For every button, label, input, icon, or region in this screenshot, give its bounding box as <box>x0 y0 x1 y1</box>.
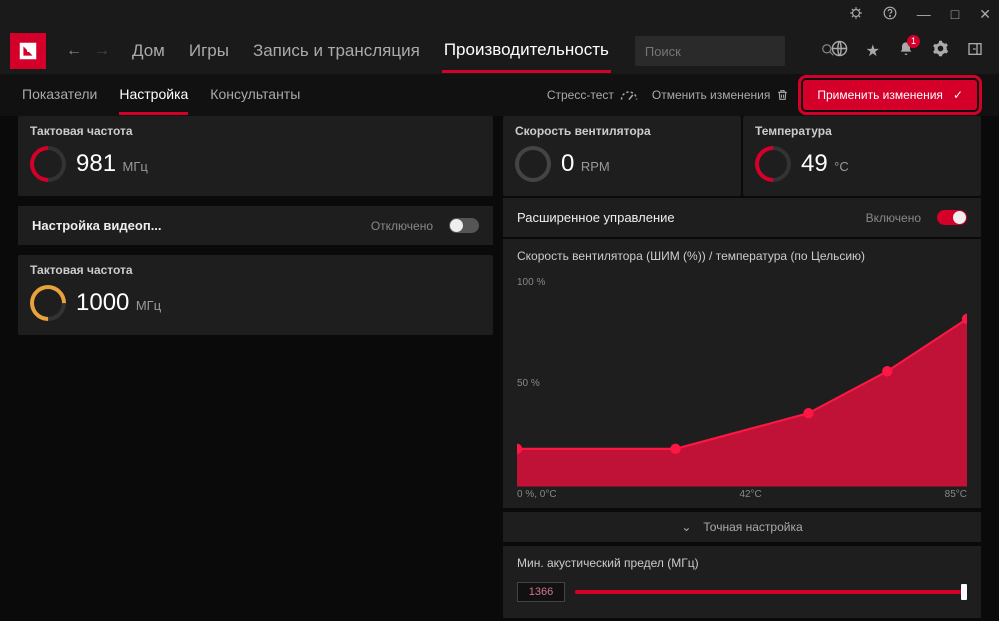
acoustic-slider[interactable] <box>575 590 967 594</box>
help-icon[interactable] <box>883 6 897 23</box>
bell-icon[interactable]: 1 <box>898 41 914 62</box>
trash-icon <box>776 88 789 102</box>
temp-label: Температура <box>743 116 981 142</box>
top-nav: ← → Дом Игры Запись и трансляция Произво… <box>0 28 999 74</box>
sub-nav: Показатели Настройка Консультанты Стресс… <box>0 74 999 116</box>
fine-tune-button[interactable]: ⌄ Точная настройка <box>503 512 981 542</box>
clock-card-1: Тактовая частота 981 МГц <box>18 116 493 196</box>
nav-back-icon[interactable]: ← <box>66 42 82 60</box>
advanced-row: Расширенное управление Включено <box>503 198 981 237</box>
clock1-label: Тактовая частота <box>18 116 493 142</box>
nav-forward-icon[interactable]: → <box>94 42 110 60</box>
content: Тактовая частота 981 МГц Настройка видео… <box>0 116 999 621</box>
discard-label: Отменить изменения <box>652 88 770 102</box>
clock2-value: 1000 <box>76 289 129 316</box>
fan-card: Скорость вентилятора 0 RPM <box>503 116 741 196</box>
clock-card-2: Тактовая частота 1000 МГц <box>18 255 493 335</box>
clock2-label: Тактовая частота <box>18 255 493 281</box>
check-icon: ✓ <box>953 88 963 102</box>
y-50: 50 % <box>517 378 540 389</box>
fan-curve-chart[interactable] <box>517 277 967 487</box>
x-2: 85°C <box>945 489 967 500</box>
video-tuning-state: Отключено <box>371 219 433 233</box>
left-column: Тактовая частота 981 МГц Настройка видео… <box>18 116 493 611</box>
fan-gauge <box>515 146 551 182</box>
discard-button[interactable]: Отменить изменения <box>652 88 789 102</box>
close-icon[interactable]: ✕ <box>979 6 991 23</box>
tab-streaming[interactable]: Запись и трансляция <box>251 31 422 71</box>
star-icon[interactable]: ★ <box>866 41 880 61</box>
clock2-gauge <box>23 278 74 329</box>
subtab-advisors[interactable]: Консультанты <box>210 76 300 115</box>
video-tuning-row: Настройка видеоп... Отключено <box>18 206 493 245</box>
fan-label: Скорость вентилятора <box>503 116 741 142</box>
acoustic-label: Мин. акустический предел (МГц) <box>517 556 967 570</box>
gauge-icon <box>620 89 638 101</box>
chart-area[interactable]: 100 % 50 % <box>517 277 967 487</box>
clock2-unit: МГц <box>136 298 161 313</box>
apply-label: Применить изменения <box>817 88 943 102</box>
temp-value: 49 <box>801 150 828 177</box>
maximize-icon[interactable]: □ <box>951 6 959 22</box>
apply-button[interactable]: Применить изменения ✓ <box>803 80 977 110</box>
fan-unit: RPM <box>581 159 610 174</box>
x-1: 42°C <box>739 489 761 500</box>
fan-value: 0 <box>561 150 574 177</box>
titlebar: — □ ✕ <box>0 0 999 28</box>
video-tuning-label: Настройка видеоп... <box>32 218 371 233</box>
tab-home[interactable]: Дом <box>130 31 167 71</box>
stress-test-label: Стресс-тест <box>547 88 614 102</box>
clock1-gauge <box>23 139 74 190</box>
acoustic-card: Мин. акустический предел (МГц) 1366 <box>503 546 981 618</box>
slider-knob[interactable] <box>961 584 967 600</box>
right-column: Скорость вентилятора 0 RPM Температура 4… <box>503 116 981 611</box>
chart-title: Скорость вентилятора (ШИМ (%)) / темпера… <box>503 239 981 273</box>
subtab-metrics[interactable]: Показатели <box>22 76 97 115</box>
temp-unit: °C <box>834 159 849 174</box>
video-tuning-toggle[interactable] <box>449 218 479 233</box>
fine-tune-label: Точная настройка <box>703 520 802 534</box>
panel-icon[interactable] <box>967 41 983 62</box>
tab-games[interactable]: Игры <box>187 31 231 71</box>
bug-icon[interactable] <box>849 6 863 23</box>
chevron-down-icon: ⌄ <box>681 520 691 534</box>
advanced-label: Расширенное управление <box>517 210 866 225</box>
acoustic-value[interactable]: 1366 <box>517 582 565 602</box>
y-100: 100 % <box>517 277 545 288</box>
clock1-unit: МГц <box>123 159 148 174</box>
clock1-value: 981 <box>76 150 116 177</box>
fan-curve-card: Скорость вентилятора (ШИМ (%)) / темпера… <box>503 239 981 508</box>
subtab-tuning[interactable]: Настройка <box>119 76 188 115</box>
tab-performance[interactable]: Производительность <box>442 30 611 73</box>
amd-logo[interactable] <box>10 33 46 69</box>
notif-badge: 1 <box>907 35 920 48</box>
advanced-toggle[interactable] <box>937 210 967 225</box>
temp-card: Температура 49 °C <box>743 116 981 196</box>
search-input[interactable] <box>645 44 821 59</box>
minimize-icon[interactable]: — <box>917 6 931 22</box>
web-icon[interactable] <box>831 40 848 62</box>
temp-gauge <box>748 139 799 190</box>
x-0: 0 %, 0°C <box>517 489 557 500</box>
stress-test-button[interactable]: Стресс-тест <box>547 88 638 102</box>
gear-icon[interactable] <box>932 40 949 62</box>
search-box[interactable] <box>635 36 785 66</box>
advanced-state: Включено <box>866 211 921 225</box>
